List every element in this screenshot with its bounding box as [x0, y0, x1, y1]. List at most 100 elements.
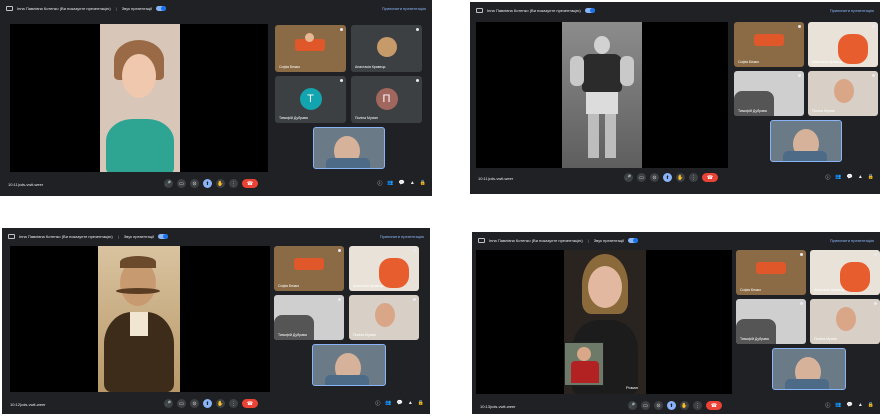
- participant-tile[interactable]: Тимофій Дубрава: [736, 299, 806, 344]
- more-options-icon[interactable]: [413, 249, 416, 252]
- more-icon[interactable]: ⋮: [229, 179, 238, 188]
- participant-tile[interactable]: Тимофій Дубрава: [274, 295, 344, 340]
- camera-icon[interactable]: ▭: [637, 173, 646, 182]
- more-icon[interactable]: ⋮: [229, 399, 238, 408]
- raise-hand-icon[interactable]: ✋: [216, 399, 225, 408]
- participant-tile[interactable]: Поліна Мусіян: [349, 295, 419, 340]
- people-icon[interactable]: 👥: [385, 400, 391, 407]
- captions-icon[interactable]: ⊙: [190, 399, 199, 408]
- stage-caption: Роман: [626, 385, 638, 390]
- main-stage: [476, 22, 728, 168]
- present-icon[interactable]: ⬆: [203, 399, 212, 408]
- lock-icon[interactable]: 🔒: [868, 174, 874, 181]
- sound-toggle[interactable]: [158, 233, 169, 239]
- more-options-icon[interactable]: [872, 25, 875, 28]
- captions-icon[interactable]: ⊙: [650, 173, 659, 182]
- raise-hand-icon[interactable]: ✋: [680, 401, 689, 410]
- present-screen-icon: [6, 5, 13, 11]
- more-options-icon[interactable]: [798, 25, 801, 28]
- mic-icon[interactable]: 🎤: [624, 173, 633, 182]
- participant-tile[interactable]: T Тимофій Дубрава: [275, 76, 346, 123]
- sound-label: Звук презентації: [121, 5, 153, 11]
- mic-icon[interactable]: 🎤: [164, 179, 173, 188]
- hang-up-button[interactable]: ☎: [242, 399, 258, 408]
- more-icon[interactable]: ⋮: [689, 173, 698, 182]
- stop-presenting-button[interactable]: Припинити презентацію: [830, 238, 874, 243]
- participant-tile[interactable]: Поліна Мусіян: [808, 71, 878, 116]
- people-icon[interactable]: 👥: [387, 180, 393, 187]
- self-view-tile[interactable]: [770, 120, 842, 162]
- participant-tile[interactable]: Анастасія Кравець: [351, 25, 422, 72]
- hang-up-button[interactable]: ☎: [242, 179, 258, 188]
- info-icon[interactable]: ⓘ: [825, 174, 830, 181]
- lock-icon[interactable]: 🔒: [868, 402, 874, 409]
- more-options-icon[interactable]: [338, 249, 341, 252]
- activities-icon[interactable]: ▲: [408, 400, 413, 407]
- more-options-icon[interactable]: [416, 28, 419, 31]
- captions-icon[interactable]: ⊙: [190, 179, 199, 188]
- more-options-icon[interactable]: [798, 74, 801, 77]
- participant-tile[interactable]: Софія Бежко: [275, 25, 346, 72]
- chat-icon[interactable]: 💬: [847, 174, 853, 181]
- chat-icon[interactable]: 💬: [847, 402, 853, 409]
- present-icon[interactable]: ⬆: [667, 401, 676, 410]
- self-view-tile[interactable]: [772, 348, 846, 390]
- participant-tile[interactable]: Анастасія Кравець: [349, 246, 419, 291]
- main-stage: [10, 246, 270, 392]
- info-icon[interactable]: ⓘ: [825, 402, 830, 409]
- participant-tile[interactable]: Софія Бежко: [274, 246, 344, 291]
- sound-toggle[interactable]: [584, 7, 595, 13]
- more-options-icon[interactable]: [338, 298, 341, 301]
- people-icon[interactable]: 👥: [835, 402, 841, 409]
- present-icon[interactable]: ⬆: [663, 173, 672, 182]
- participant-tile[interactable]: П Поліна Мусіян: [351, 76, 422, 123]
- stop-presenting-button[interactable]: Припинити презентацію: [380, 234, 424, 239]
- more-options-icon[interactable]: [800, 302, 803, 305]
- more-icon[interactable]: ⋮: [693, 401, 702, 410]
- more-options-icon[interactable]: [800, 253, 803, 256]
- chat-icon[interactable]: 💬: [399, 180, 405, 187]
- more-options-icon[interactable]: [340, 28, 343, 31]
- sound-toggle[interactable]: [628, 237, 639, 243]
- participant-name: Поліна Мусіян: [355, 116, 379, 120]
- mic-icon[interactable]: 🎤: [628, 401, 637, 410]
- shared-photo-thumbnail: [564, 342, 604, 386]
- more-options-icon[interactable]: [874, 302, 877, 305]
- self-view-tile[interactable]: [312, 344, 386, 386]
- activities-icon[interactable]: ▲: [410, 180, 415, 187]
- info-icon[interactable]: ⓘ: [377, 180, 382, 187]
- participant-tile[interactable]: Поліна Мусіян: [810, 299, 880, 344]
- more-options-icon[interactable]: [413, 298, 416, 301]
- camera-icon[interactable]: ▭: [177, 179, 186, 188]
- raise-hand-icon[interactable]: ✋: [676, 173, 685, 182]
- participant-tile[interactable]: Анастасія Кравець: [810, 250, 880, 295]
- info-icon[interactable]: ⓘ: [375, 400, 380, 407]
- participant-tile[interactable]: Анастасія Кравець: [808, 22, 878, 67]
- captions-icon[interactable]: ⊙: [654, 401, 663, 410]
- camera-icon[interactable]: ▭: [177, 399, 186, 408]
- hang-up-button[interactable]: ☎: [702, 173, 718, 182]
- chat-icon[interactable]: 💬: [397, 400, 403, 407]
- raise-hand-icon[interactable]: ✋: [216, 179, 225, 188]
- stop-presenting-button[interactable]: Припинити презентацію: [382, 6, 426, 11]
- participant-name: Тимофій Дубрава: [740, 337, 769, 341]
- participant-tile[interactable]: Софія Бежко: [736, 250, 806, 295]
- participant-tile[interactable]: Тимофій Дубрава: [734, 71, 804, 116]
- mic-icon[interactable]: 🎤: [164, 399, 173, 408]
- people-icon[interactable]: 👥: [835, 174, 841, 181]
- camera-icon[interactable]: ▭: [641, 401, 650, 410]
- hang-up-button[interactable]: ☎: [706, 401, 722, 410]
- more-options-icon[interactable]: [416, 79, 419, 82]
- more-options-icon[interactable]: [874, 253, 877, 256]
- activities-icon[interactable]: ▲: [858, 402, 863, 409]
- self-view-tile[interactable]: [313, 127, 385, 169]
- present-icon[interactable]: ⬆: [203, 179, 212, 188]
- stop-presenting-button[interactable]: Припинити презентацію: [830, 8, 874, 13]
- activities-icon[interactable]: ▲: [858, 174, 863, 181]
- lock-icon[interactable]: 🔒: [418, 400, 424, 407]
- sound-toggle[interactable]: [156, 5, 167, 11]
- more-options-icon[interactable]: [872, 74, 875, 77]
- participant-tile[interactable]: Софія Бежко: [734, 22, 804, 67]
- lock-icon[interactable]: 🔒: [420, 180, 426, 187]
- more-options-icon[interactable]: [340, 79, 343, 82]
